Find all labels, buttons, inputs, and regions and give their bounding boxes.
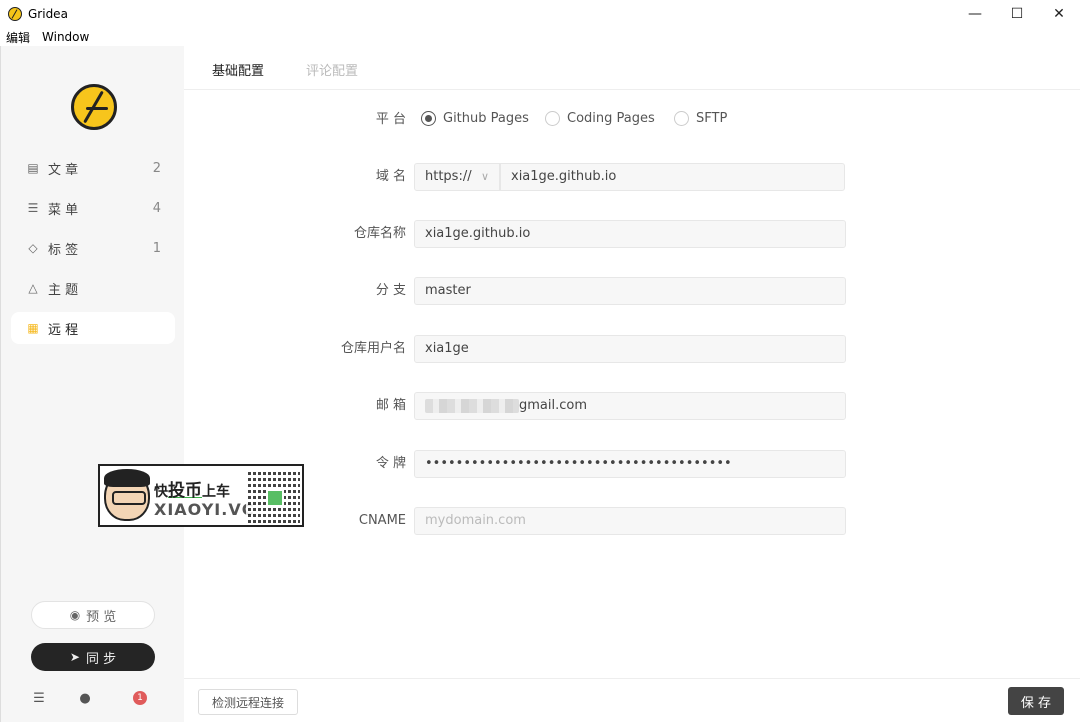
preview-button[interactable]: ◉ 预 览	[31, 601, 155, 629]
cname-label: CNAME	[358, 513, 406, 528]
repo-name-row: 仓库名称 xia1ge.github.io	[184, 220, 1080, 248]
sidebar-item-tags[interactable]: ◇ 标 签 1	[11, 232, 175, 264]
tab-basic-config[interactable]: 基础配置	[212, 60, 264, 79]
repo-user-row: 仓库用户名 xia1ge	[184, 335, 1080, 363]
cname-row: CNAME mydomain.com	[184, 507, 1080, 535]
menu-window[interactable]: Window	[36, 30, 95, 44]
branch-input[interactable]: master	[414, 277, 846, 305]
token-label: 令 牌	[375, 456, 406, 471]
close-icon[interactable]: ✕	[1038, 0, 1080, 28]
email-suffix: gmail.com	[519, 398, 588, 413]
github-icon[interactable]: ●	[75, 688, 95, 708]
config-tabs: 基础配置 评论配置	[184, 46, 1080, 90]
maximize-icon[interactable]: ☐	[996, 0, 1038, 28]
repo-name-input[interactable]: xia1ge.github.io	[414, 220, 846, 248]
sync-label: 同 步	[85, 651, 117, 667]
save-button[interactable]: 保 存	[1008, 687, 1064, 715]
window-controls: — ☐ ✕	[954, 0, 1080, 28]
domain-label: 域 名	[375, 169, 406, 184]
cname-input[interactable]: mydomain.com	[414, 507, 846, 535]
token-row: 令 牌 ••••••••••••••••••••••••••••••••••••…	[184, 450, 1080, 478]
token-input[interactable]: ••••••••••••••••••••••••••••••••••••••••…	[414, 450, 846, 478]
email-input[interactable]: gmail.com	[414, 392, 846, 420]
remote-icon: ▦	[27, 321, 39, 335]
eye-icon: ◉	[69, 608, 81, 622]
repo-name-label: 仓库名称	[353, 226, 406, 241]
chevron-down-icon: ∨	[480, 170, 489, 183]
sync-button[interactable]: ➤ 同 步	[31, 643, 155, 671]
token-value: ••••••••••••••••••••••••••••••••••••••••	[425, 456, 732, 471]
domain-row: 域 名 https:// ∨ xia1ge.github.io	[184, 163, 1080, 191]
watermark-banner: 快投币上车 XIAOYI.VC	[98, 464, 304, 527]
menu-bar: 编辑 Window	[0, 28, 95, 46]
footer-bar: 检测远程连接 保 存	[184, 678, 1080, 722]
slogan-part: 快	[154, 484, 168, 500]
sidebar-item-remote[interactable]: ▦ 远 程	[11, 312, 175, 344]
repo-user-label: 仓库用户名	[340, 341, 406, 356]
gridea-logo	[71, 84, 117, 130]
email-row: 邮 箱 gmail.com	[184, 392, 1080, 420]
branch-row: 分 支 master	[184, 277, 1080, 305]
platform-row: 平 台 Github Pages Coding Pages SFTP	[184, 106, 1080, 134]
sidebar-item-label: 文 章	[48, 162, 79, 178]
radio-sftp[interactable]: SFTP	[674, 111, 727, 126]
protocol-value: https://	[425, 169, 472, 184]
rocket-icon: ➤	[69, 650, 80, 664]
watermark-slogan: 快投币上车	[154, 476, 230, 501]
radio-empty-icon	[545, 111, 560, 126]
domain-input[interactable]: xia1ge.github.io	[500, 163, 845, 191]
sidebar-item-label: 菜 单	[48, 202, 79, 218]
protocol-select[interactable]: https:// ∨	[414, 163, 500, 191]
sidebar-item-count: 1	[152, 240, 161, 256]
window-title: Gridea	[28, 7, 68, 21]
minimize-icon[interactable]: —	[954, 0, 996, 28]
sidebar-item-articles[interactable]: ▤ 文 章 2	[11, 152, 175, 184]
menu-edit[interactable]: 编辑	[0, 29, 36, 46]
sidebar-item-theme[interactable]: △ 主 题	[11, 272, 175, 304]
branch-label: 分 支	[375, 283, 406, 298]
sidebar-nav: ▤ 文 章 2 ☰ 菜 单 4 ◇ 标 签 1 △ 主 题 ▦ 远 程	[11, 152, 175, 352]
radio-label: SFTP	[696, 111, 728, 126]
slogan-part: 上车	[202, 484, 230, 500]
radio-label: Github Pages	[443, 111, 529, 126]
cartoon-face-icon	[104, 469, 150, 521]
sidebar-item-label: 主 题	[48, 282, 79, 298]
platform-label: 平 台	[375, 112, 406, 127]
repo-user-input[interactable]: xia1ge	[414, 335, 846, 363]
radio-selected-icon	[421, 111, 436, 126]
sidebar-item-menu[interactable]: ☰ 菜 单 4	[11, 192, 175, 224]
sidebar-item-count: 2	[152, 160, 161, 176]
radio-github-pages[interactable]: Github Pages	[421, 111, 529, 126]
tab-comment-config[interactable]: 评论配置	[306, 60, 358, 79]
notification-badge[interactable]: 1	[133, 691, 147, 705]
sidebar: ▤ 文 章 2 ☰ 菜 单 4 ◇ 标 签 1 △ 主 题 ▦ 远 程 ◉ 预 …	[0, 46, 184, 722]
email-label: 邮 箱	[375, 398, 406, 413]
radio-label: Coding Pages	[567, 111, 655, 126]
qr-code-icon	[246, 469, 300, 523]
sidebar-item-label: 标 签	[48, 242, 79, 258]
check-remote-button[interactable]: 检测远程连接	[198, 689, 298, 715]
radio-coding-pages[interactable]: Coding Pages	[545, 111, 655, 126]
redacted-blur	[425, 398, 519, 413]
watermark-site: XIAOYI.VC	[154, 500, 255, 519]
sidebar-bottom-icons: ☰ ● 1	[1, 688, 185, 710]
tag-icon: ◇	[28, 241, 38, 255]
article-icon: ▤	[27, 161, 39, 175]
settings-sliders-icon[interactable]: ☰	[29, 688, 49, 708]
sidebar-item-label: 远 程	[48, 322, 79, 338]
preview-label: 预 览	[86, 609, 117, 625]
theme-icon: △	[28, 281, 38, 295]
gridea-app-icon	[8, 7, 22, 21]
menu-icon: ☰	[27, 201, 39, 215]
title-bar: Gridea — ☐ ✕	[0, 0, 1080, 28]
radio-empty-icon	[674, 111, 689, 126]
sidebar-item-count: 4	[152, 200, 161, 216]
slogan-part: 投币	[168, 481, 202, 501]
